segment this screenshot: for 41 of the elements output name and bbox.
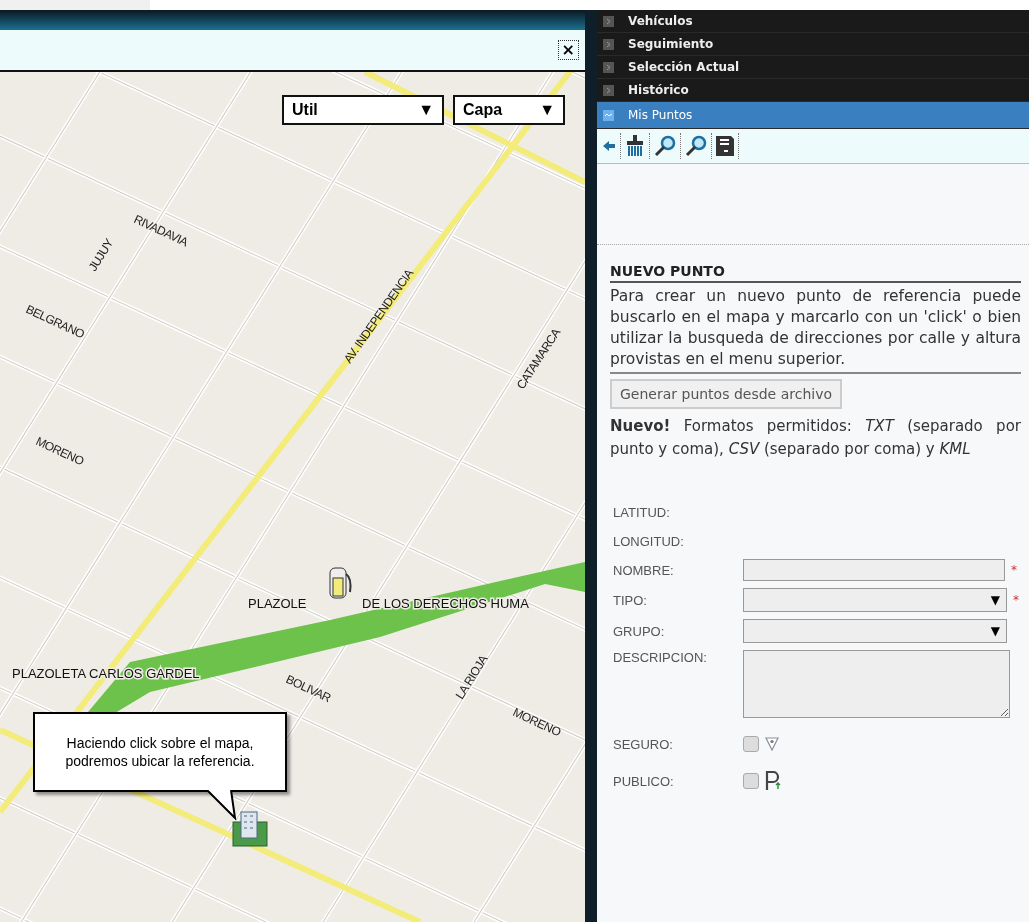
back-arrow-icon[interactable] xyxy=(602,139,616,153)
instructions-text: Para crear un nuevo punto de referencia puede buscarlo en el mapa y marcarlo con un 'click' o bien utilizar la busqueda de direcciones por calle y altura provistas en el menu superior. xyxy=(610,286,1021,374)
select-field[interactable]: ▼ xyxy=(743,619,1007,643)
shield-icon xyxy=(765,737,779,751)
required-mark: * xyxy=(1011,563,1017,577)
expand-icon xyxy=(603,61,614,73)
checkbox[interactable] xyxy=(743,773,759,789)
parking-icon xyxy=(765,771,783,791)
field-label: LONGITUD: xyxy=(613,533,685,549)
close-button[interactable]: × xyxy=(557,40,579,60)
select-field[interactable]: ▼ xyxy=(743,588,1007,612)
layer-dropdown[interactable]: Capa ▼ xyxy=(453,95,565,125)
accordion-header[interactable]: Mis Puntos xyxy=(597,102,1029,129)
building-icon xyxy=(232,811,268,847)
required-mark: * xyxy=(1013,593,1019,607)
dropdown-arrow: ▼ xyxy=(990,624,1000,638)
field-label: GRUPO: xyxy=(613,623,666,639)
brush-icon[interactable] xyxy=(625,135,645,157)
search-icon[interactable] xyxy=(654,135,676,157)
field-label: NOMBRE: xyxy=(613,562,675,578)
field-label: LATITUD: xyxy=(613,504,671,520)
formats-note: Nuevo! Formatos permitidos: TXT (separado por punto y coma), CSV (separado por coma) y KML xyxy=(610,416,1021,460)
expand-icon xyxy=(603,38,614,50)
name-input[interactable] xyxy=(743,559,1005,581)
section-title: NUEVO PUNTO xyxy=(610,263,1021,283)
tooltip-callout: Haciendo click sobre el mapa, podremos ubicar la referencia. xyxy=(33,712,287,792)
collapse-icon xyxy=(603,109,614,121)
place-label: PLAZOLE xyxy=(248,596,307,611)
field-label: PUBLICO: xyxy=(613,773,675,789)
checkbox[interactable] xyxy=(743,736,759,752)
field-label: SEGURO: xyxy=(613,736,674,752)
layer-dropdown[interactable]: Util ▼ xyxy=(282,95,444,125)
search-icon[interactable] xyxy=(685,135,707,157)
field-label: TIPO: xyxy=(613,592,648,608)
fuel-station-icon xyxy=(329,567,352,599)
expand-icon xyxy=(603,84,614,96)
dropdown-arrow: ▼ xyxy=(990,593,1000,607)
expand-icon xyxy=(603,15,614,27)
save-icon[interactable] xyxy=(716,136,734,156)
field-label: DESCRIPCION: xyxy=(613,650,708,665)
import-button[interactable]: Generar puntos desde archivo xyxy=(610,379,842,409)
